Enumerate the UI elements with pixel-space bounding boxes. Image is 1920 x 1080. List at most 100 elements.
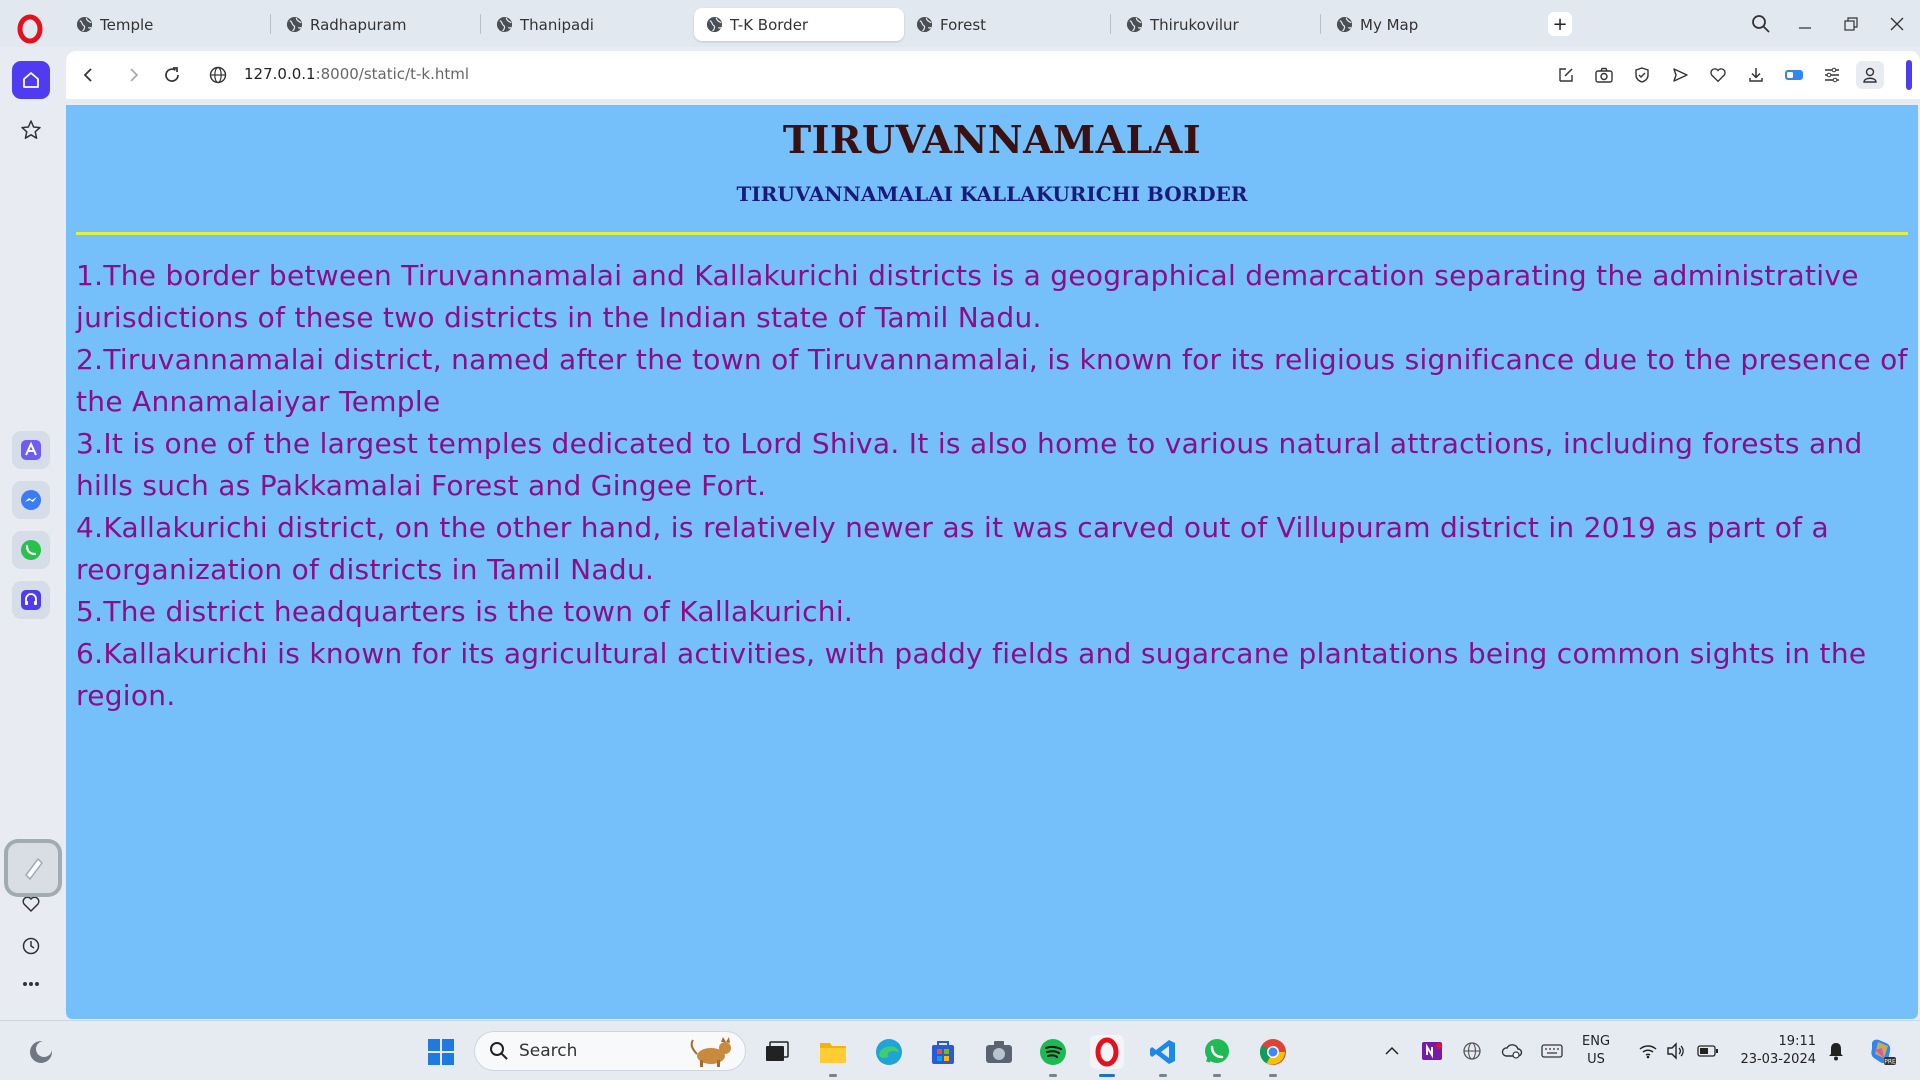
- globe-icon: [76, 16, 93, 33]
- weather-widget-icon[interactable]: [24, 1035, 58, 1069]
- svg-text:PRE: PRE: [1884, 1059, 1896, 1066]
- microsoft-store-icon[interactable]: [926, 1035, 960, 1069]
- extension-toggle-icon[interactable]: [1782, 63, 1806, 87]
- show-hidden-icons-chevron-icon[interactable]: [1380, 1039, 1404, 1063]
- star-icon[interactable]: [12, 111, 50, 149]
- clock-date: 23-03-2024: [1740, 1052, 1816, 1067]
- easy-setup-menu-icon[interactable]: [1820, 63, 1844, 87]
- page-title: TIRUVANNAMALAI: [782, 117, 1202, 162]
- whatsapp-sidebar-icon[interactable]: [12, 531, 50, 569]
- info-point: 5.The district headquarters is the town …: [76, 595, 854, 628]
- pinboard-heart-icon[interactable]: [1706, 63, 1730, 87]
- tab-separator: [480, 14, 481, 34]
- taskbar-search[interactable]: Search: [474, 1031, 746, 1071]
- tab-label: Radhapuram: [310, 15, 407, 34]
- running-indicator: [1213, 1074, 1221, 1077]
- input-language-indicator[interactable]: ENG US: [1582, 1033, 1610, 1069]
- camera-app-icon[interactable]: [982, 1035, 1016, 1069]
- edit-share-icon[interactable]: [1554, 63, 1578, 87]
- tab-label: Thirukovilur: [1150, 15, 1239, 34]
- tab-strip: Temple Radhapuram Thanipadi T-K Border Fores…: [0, 0, 1920, 47]
- battery-icon[interactable]: [1696, 1039, 1720, 1063]
- back-button[interactable]: [76, 63, 100, 87]
- running-indicator: [1099, 1074, 1115, 1077]
- copilot-icon[interactable]: PRE: [1866, 1036, 1896, 1066]
- aria-ai-icon[interactable]: [12, 431, 50, 469]
- globe-icon: [1336, 16, 1353, 33]
- tab-label: Temple: [100, 15, 154, 34]
- wifi-icon[interactable]: [1636, 1039, 1660, 1063]
- system-clock[interactable]: 19:11 23-03-2024: [1734, 1033, 1816, 1069]
- download-icon[interactable]: [1744, 63, 1768, 87]
- tab[interactable]: Radhapuram: [274, 8, 484, 41]
- home-button[interactable]: [12, 61, 50, 99]
- tab-label: Forest: [940, 15, 987, 34]
- floating-tool-widget[interactable]: [8, 843, 58, 893]
- file-explorer-icon[interactable]: [816, 1035, 850, 1077]
- forward-button[interactable]: [122, 63, 146, 87]
- close-window-button[interactable]: [1884, 11, 1910, 37]
- minimize-button[interactable]: [1792, 11, 1818, 37]
- info-point: 1.The border between Tiruvannamalai and …: [76, 259, 1859, 334]
- tab-search-icon[interactable]: [1748, 11, 1774, 37]
- url-field[interactable]: 127.0.0.1:8000/static/t-k.html: [244, 65, 469, 83]
- running-indicator: [1269, 1074, 1277, 1077]
- onenote-tray-icon[interactable]: [1420, 1039, 1444, 1063]
- new-tab-button[interactable]: +: [1548, 12, 1572, 36]
- info-point: 6.Kallakurichi is known for its agricult…: [76, 637, 1867, 712]
- language-globe-tray-icon[interactable]: [1460, 1039, 1484, 1063]
- globe-icon: [286, 16, 303, 33]
- search-icon: [489, 1041, 509, 1061]
- chrome-icon[interactable]: [1256, 1035, 1290, 1077]
- globe-icon: [916, 16, 933, 33]
- notification-bell-icon[interactable]: [1824, 1039, 1848, 1063]
- whatsapp-taskbar-icon[interactable]: [1200, 1035, 1234, 1077]
- music-player-icon[interactable]: [12, 581, 50, 619]
- start-button[interactable]: [424, 1035, 458, 1069]
- camera-snapshot-icon[interactable]: [1592, 63, 1616, 87]
- task-view-icon[interactable]: [760, 1035, 794, 1069]
- info-points: 1.The border between Tiruvannamalai and …: [66, 235, 1918, 717]
- url-path: :8000/static/t-k.html: [315, 65, 470, 83]
- search-highlight-image-icon: [685, 1036, 737, 1073]
- opera-logo-icon[interactable]: [16, 14, 44, 44]
- restore-button[interactable]: [1838, 11, 1864, 37]
- globe-icon: [706, 16, 723, 33]
- search-placeholder: Search: [519, 1041, 578, 1061]
- opera-taskbar-icon[interactable]: [1090, 1035, 1124, 1077]
- tab[interactable]: T-K Border: [694, 8, 904, 41]
- web-page-content: TIRUVANNAMALAI TIRUVANNAMALAI KALLAKURIC…: [66, 105, 1918, 1019]
- shield-adblock-icon[interactable]: [1630, 63, 1654, 87]
- tab-label: T-K Border: [730, 15, 809, 34]
- running-indicator: [1049, 1074, 1057, 1077]
- site-info-globe-icon[interactable]: [206, 63, 230, 87]
- history-icon[interactable]: [12, 927, 50, 965]
- keyboard-tray-icon[interactable]: [1540, 1039, 1564, 1063]
- volume-icon[interactable]: [1664, 1039, 1688, 1063]
- send-flow-icon[interactable]: [1668, 63, 1692, 87]
- sidebar-panel-handle[interactable]: [1906, 60, 1912, 90]
- info-point: 2.Tiruvannamalai district, named after t…: [76, 343, 1908, 418]
- messenger-icon[interactable]: [12, 481, 50, 519]
- windows-taskbar: Search ENG US 19:11 23-03-2024 PRE: [0, 1020, 1920, 1080]
- clock-time: 19:11: [1778, 1034, 1816, 1049]
- tab[interactable]: Thanipadi: [484, 8, 694, 41]
- tab-separator: [270, 14, 271, 34]
- cloud-sync-tray-icon[interactable]: [1500, 1039, 1524, 1063]
- region-code: US: [1587, 1052, 1605, 1067]
- reload-button[interactable]: [160, 63, 184, 87]
- vscode-icon[interactable]: [1146, 1035, 1180, 1077]
- tab[interactable]: Forest: [904, 8, 1114, 41]
- running-indicator: [829, 1074, 837, 1077]
- spotify-icon[interactable]: [1036, 1035, 1070, 1077]
- edge-browser-icon[interactable]: [872, 1035, 906, 1069]
- tab-separator: [1110, 14, 1111, 34]
- globe-icon: [1126, 16, 1143, 33]
- address-toolbar: 127.0.0.1:8000/static/t-k.html: [66, 51, 1920, 99]
- profile-icon[interactable]: [1856, 61, 1884, 89]
- tab[interactable]: Temple: [64, 8, 274, 41]
- globe-icon: [496, 16, 513, 33]
- tab[interactable]: My Map: [1324, 8, 1534, 41]
- more-options-icon[interactable]: [12, 965, 50, 1003]
- tab[interactable]: Thirukovilur: [1114, 8, 1324, 41]
